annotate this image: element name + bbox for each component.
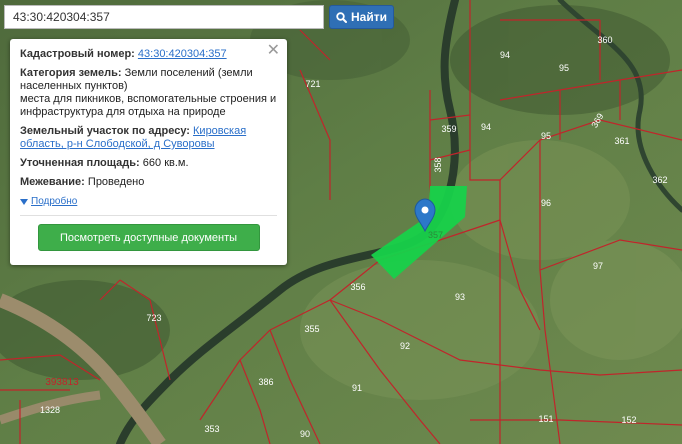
- land-use-value: места для пикников, вспомогательные стро…: [20, 93, 277, 118]
- parcel-label: 723: [146, 313, 161, 323]
- parcel-label: 355: [304, 324, 319, 334]
- selected-parcel-label: 357: [428, 230, 443, 240]
- cadastral-number-label: Кадастровый номер:: [20, 48, 135, 60]
- more-details-row: Подробно: [20, 195, 277, 209]
- address-label: Земельный участок по адресу:: [20, 125, 190, 137]
- area-row: Уточненная площадь: 660 кв.м.: [20, 157, 277, 170]
- divider: [20, 214, 277, 216]
- parcel-info-popup: ✕ Кадастровый номер: 43:30:420304:357 Ка…: [10, 39, 287, 265]
- parcel-label: 362: [652, 175, 667, 185]
- parcel-label: 356: [350, 282, 365, 292]
- land-category-row: Категория земель: Земли поселений (земли…: [20, 67, 277, 119]
- cadastral-number-link[interactable]: 43:30:420304:357: [138, 48, 227, 60]
- parcel-label: 94: [500, 50, 510, 60]
- survey-value: Проведено: [87, 176, 145, 188]
- area-label: Уточненная площадь:: [20, 157, 140, 169]
- parcel-label: 721: [305, 79, 320, 89]
- parcel-label: 360: [597, 35, 612, 45]
- parcel-label: 151: [538, 414, 553, 424]
- parcel-label: 393813: [45, 377, 79, 388]
- parcel-label: 152: [621, 415, 636, 425]
- close-icon[interactable]: ✕: [267, 42, 280, 60]
- parcel-label: 386: [258, 377, 273, 387]
- land-category-label: Категория земель:: [20, 67, 122, 79]
- address-row: Земельный участок по адресу: Кировская о…: [20, 125, 277, 151]
- parcel-label: 94: [481, 122, 491, 132]
- parcel-label: 90: [300, 429, 310, 439]
- parcel-label: 95: [559, 63, 569, 73]
- parcel-label: 93: [455, 292, 465, 302]
- parcel-label: 358: [433, 157, 443, 172]
- triangle-down-icon: [20, 198, 28, 205]
- parcel-label: 95: [541, 131, 551, 141]
- parcel-label: 92: [400, 341, 410, 351]
- parcel-label: 97: [593, 261, 603, 271]
- parcel-label: 96: [541, 198, 551, 208]
- parcel-label: 359: [441, 124, 456, 134]
- parcel-label: 1328: [40, 405, 60, 415]
- search-icon: [336, 11, 347, 23]
- view-documents-button[interactable]: Посмотреть доступные документы: [37, 223, 260, 251]
- more-details-link[interactable]: Подробно: [20, 195, 77, 208]
- cadastral-number-row: Кадастровый номер: 43:30:420304:357: [20, 48, 277, 61]
- survey-row: Межевание: Проведено: [20, 176, 277, 189]
- survey-label: Межевание:: [20, 176, 85, 188]
- area-value: 660 кв.м.: [142, 157, 189, 169]
- parcel-label: 361: [614, 136, 629, 146]
- search-input[interactable]: [4, 5, 324, 29]
- search-button[interactable]: Найти: [329, 5, 394, 29]
- parcel-label: 353: [204, 424, 219, 434]
- more-details-label: Подробно: [31, 196, 78, 207]
- search-button-label: Найти: [351, 10, 387, 24]
- parcel-label: 91: [352, 383, 362, 393]
